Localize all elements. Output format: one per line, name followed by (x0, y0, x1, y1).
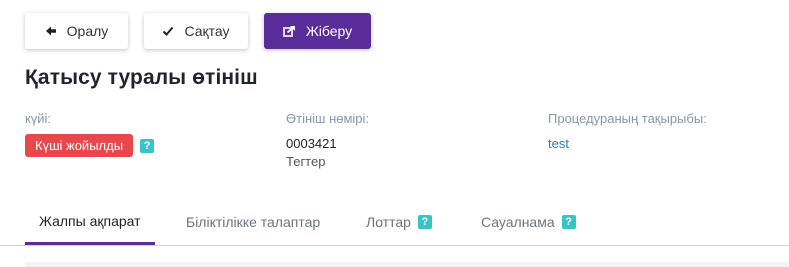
tab-general-info[interactable]: Жалпы ақпарат (25, 200, 155, 245)
toolbar: Оралу Сақтау Жіберу (25, 13, 371, 49)
tab-questionnaire-label: Сауалнама (481, 214, 555, 230)
page-title: Қатысу туралы өтініш (25, 66, 258, 89)
arrow-left-icon (45, 25, 57, 37)
tags-label: Тегтер (286, 154, 326, 169)
status-badge: Күші жойылды (25, 134, 134, 157)
back-button[interactable]: Оралу (25, 13, 128, 49)
tab-lots[interactable]: Лоттар ? (366, 200, 432, 244)
tab-lots-label: Лоттар (366, 214, 411, 230)
check-icon (162, 25, 174, 37)
application-number-label: Өтініш нөмірі: (286, 111, 370, 126)
send-button[interactable]: Жіберу (264, 13, 371, 49)
tab-qualification-requirements[interactable]: Біліктілікке талаптар (186, 200, 320, 244)
lots-help-icon[interactable]: ? (417, 215, 432, 229)
send-button-label: Жіберу (305, 23, 353, 39)
status-help-icon[interactable]: ? (140, 138, 155, 153)
back-button-label: Оралу (66, 23, 109, 39)
tab-questionnaire[interactable]: Сауалнама ? (481, 200, 576, 244)
status-label: күйі: (25, 111, 51, 126)
tab-bar: Жалпы ақпарат Біліктілікке талаптар Лотт… (0, 200, 789, 246)
save-button[interactable]: Сақтау (144, 13, 248, 49)
status-row: Күші жойылды ? (25, 134, 155, 157)
tab-qualification-requirements-label: Біліктілікке талаптар (186, 214, 321, 230)
procedure-topic-label: Процедураның тақырыбы: (548, 111, 707, 126)
tab-general-info-label: Жалпы ақпарат (39, 213, 141, 229)
share-icon (283, 25, 296, 37)
procedure-topic-link[interactable]: test (548, 136, 569, 151)
save-button-label: Сақтау (184, 23, 230, 39)
content-panel (25, 262, 789, 267)
application-number: 0003421 (286, 136, 337, 151)
questionnaire-help-icon[interactable]: ? (561, 215, 576, 229)
